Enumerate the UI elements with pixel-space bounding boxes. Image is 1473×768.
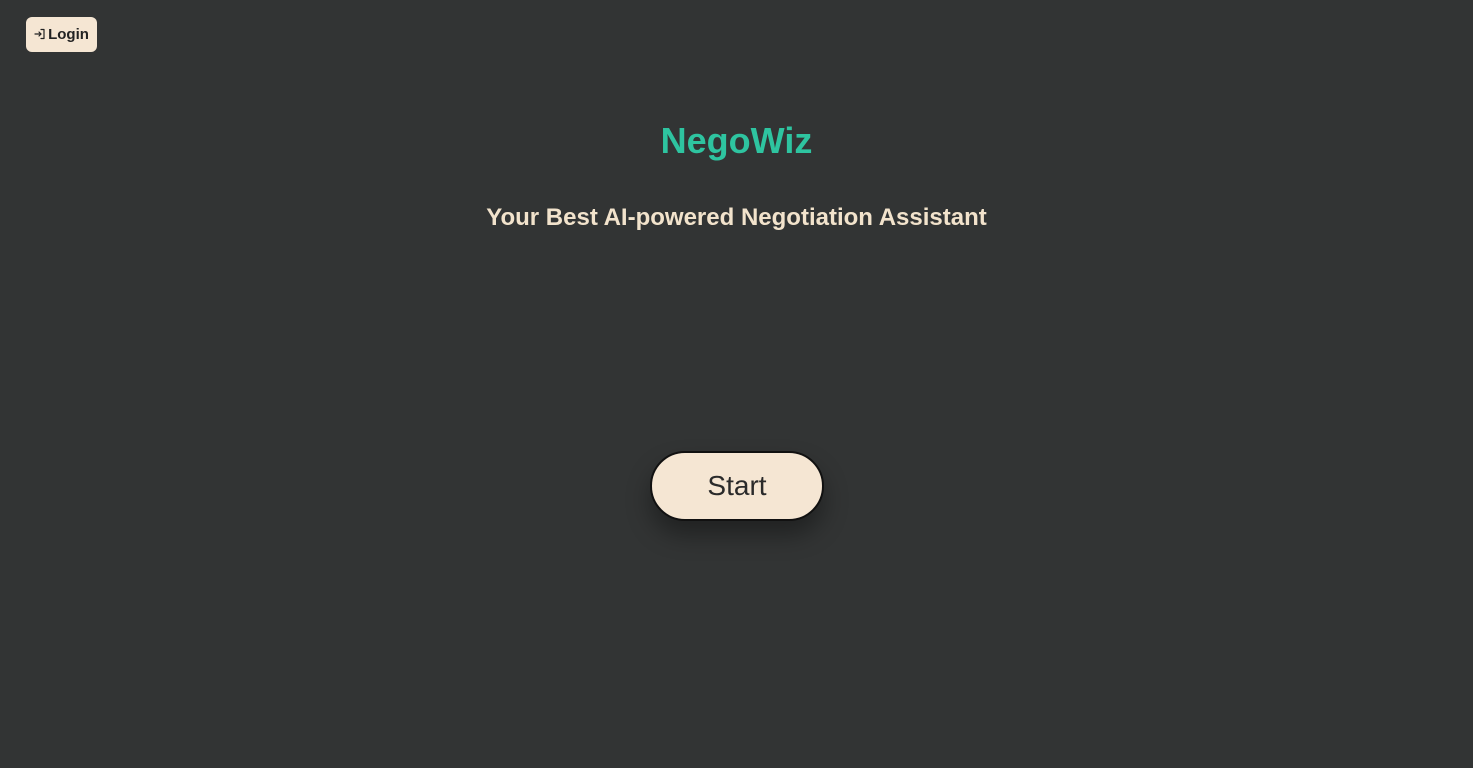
start-button[interactable]: Start [650,451,824,521]
landing-page: Login NegoWiz Your Best AI-powered Negot… [0,0,1473,768]
tagline: Your Best AI-powered Negotiation Assista… [486,204,987,231]
login-icon [34,28,46,40]
login-button[interactable]: Login [26,17,97,52]
login-label: Login [48,26,89,43]
app-title: NegoWiz [660,120,813,161]
